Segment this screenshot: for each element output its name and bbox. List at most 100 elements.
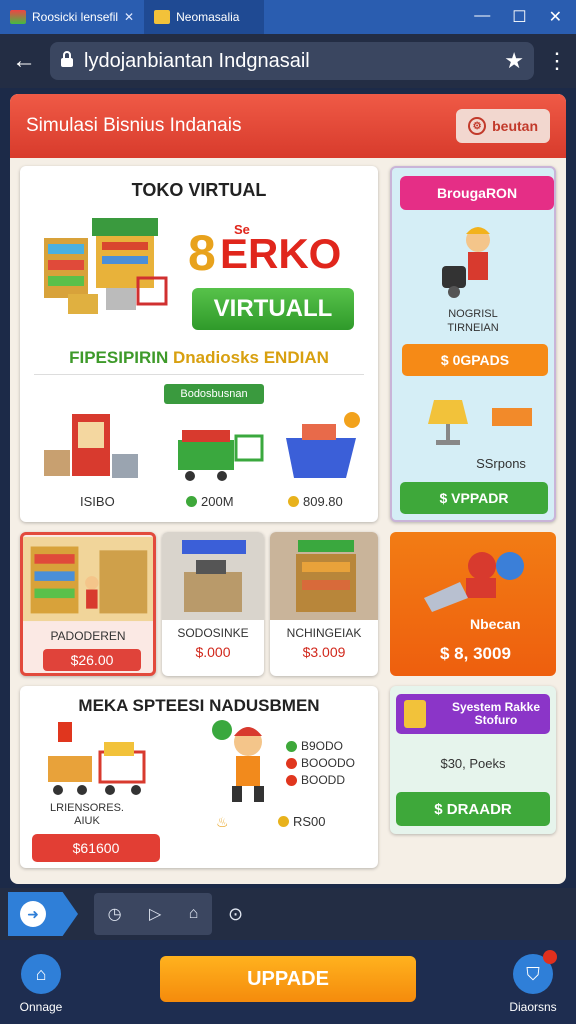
maximize-icon[interactable]: ☐ [512,7,526,27]
nav-profile[interactable]: ⛉ Diaorsns [498,950,568,1014]
coin-icon [288,496,299,507]
list-item-text: BOOODO [301,756,356,770]
clock-icon[interactable]: ◷ [108,904,122,924]
browser-tab-2[interactable]: Neomasalia [144,0,265,34]
robot-icon [424,552,524,612]
bottom-nav: ⌂ Onnage UPPADE ⛉ Diaorsns [0,940,576,1024]
product-text: 809.80 [303,494,343,509]
back-arrow-icon[interactable]: ← [10,47,38,75]
product-text: 200M [201,494,234,509]
navigate-icon: ➜ [20,901,46,927]
app-icon [10,10,26,24]
app-icon [154,10,171,24]
worker-orange-button[interactable]: $ 0GPADS [402,344,548,376]
nav-home[interactable]: ⌂ Onnage [6,954,76,1014]
shop-illustration-icon [44,218,168,314]
tile-label: PADODEREN [50,629,126,643]
tab-title: Roosicki lensefil [32,10,119,24]
worker-card: BrougaRON NOGRISL TIRNEIAN $ 0GPADS SSrp… [390,166,556,522]
worker-green-button[interactable]: $ VPPADR [400,482,548,514]
subtitle-yellow: Dnadiosks ENDIAN [173,348,329,367]
system-buy-button[interactable]: $ DRAADR [396,792,550,826]
tile-sodosinke[interactable]: SODOSINKE $.000 [162,532,264,676]
shopping-cart-icon [178,430,264,481]
header-button-label: beutan [492,118,538,134]
banner-line2: Stofuro [474,713,518,727]
shopping-carts-icon [48,722,146,795]
coin-icon [286,775,297,786]
address-bar: ← lydojanbiantan Indgnasail ★ ⋮ [0,34,576,88]
product-text: ISIBO [80,494,115,509]
worker-icon [442,227,490,298]
tab-title: Neomasalia [176,10,240,24]
divider [34,374,364,375]
gem-icon [286,741,297,752]
list-item: BOOODO [286,755,355,772]
header-action-button[interactable]: ⚙ beutan [456,109,550,143]
minimize-icon[interactable]: — [474,7,490,27]
setup-label-line2: AIUK [74,815,100,827]
app-header: Simulasi Bisnius Indanais ⚙ beutan [10,94,566,158]
setup-footer-text: RS00 [293,814,326,829]
upgrade-button[interactable]: UPPADE [160,956,416,1002]
lower-toolbar: ➜ ◷ ▷ ⌂ ⊙ [0,888,576,940]
toolbar-group: ◷ ▷ ⌂ [94,893,212,935]
setup-price-button[interactable]: $61600 [32,834,160,862]
url-field[interactable]: lydojanbiantan Indgnasail ★ [50,42,534,80]
tile-price: $3.009 [302,644,346,660]
worker-card-header[interactable]: BrougaRON [400,176,554,210]
list-item-text: BOODD [301,773,346,787]
navigate-button[interactable]: ➜ [8,892,78,936]
robot-card[interactable]: Nbecan $ 8, 3009 [390,532,556,676]
coin-icon [278,816,289,827]
nav-profile-label: Diaorsns [509,1000,557,1014]
list-item: B9ODO [286,738,355,755]
product-label-1: ISIBO [80,494,115,509]
nav-home-label: Onnage [19,1000,63,1014]
gear-icon: ⚙ [468,117,487,135]
menu-kebab-icon[interactable]: ⋮ [546,48,568,74]
system-price: $30, Poeks [440,756,506,771]
app-panel: Simulasi Bisnius Indanais ⚙ beutan TOKO … [10,94,566,884]
list-item: BOODD [286,772,355,789]
system-card: Syestem Rakke Stofuro $30, Poeks $ DRAAD… [390,686,556,834]
tile-label: NCHINGEIAK [286,626,362,640]
browser-tab-bar: Roosicki lensefil ✕ Neomasalia — ☐ ✕ [0,0,576,34]
tile-price-button[interactable]: $26.00 [43,649,141,671]
tile-label: SODOSINKE [177,626,249,640]
window-controls: — ☐ ✕ [474,7,576,27]
shield-icon: ⛉ [513,950,557,994]
business-setup-card: MEKA SPTEESI NADUSBMEN LRIENSORES. AIUK … [20,686,378,868]
home-shelf-icon[interactable]: ⌂ [189,905,199,923]
robot-price: $ 8, 3009 [440,644,511,663]
fire-icon: ♨ [216,814,229,830]
setup-list: B9ODO BOOODO BOODD [286,738,355,789]
worker-text-2: TIRNEIAN [447,322,499,334]
target-icon[interactable]: ⊙ [228,904,243,925]
browser-tab-1[interactable]: Roosicki lensefil ✕ [0,0,144,34]
worker-subtext: SSrpons [476,456,526,471]
market-stall-icon [270,532,378,620]
url-text: lydojanbiantan Indgnasail [84,49,310,72]
list-item-text: B9ODO [301,739,344,753]
worker-mascot-icon [212,720,264,802]
close-window-icon[interactable]: ✕ [549,7,562,27]
play-icon[interactable]: ▷ [149,904,161,924]
lamp-icon [428,400,532,445]
close-icon[interactable]: ✕ [124,10,134,24]
card-subtitle: FIPESIPIRIN Dnadiosks ENDIAN [20,348,378,368]
virtual-store-card: TOKO VIRTUAL 8 Se ERKO VIRTUALL FIPESIPI… [20,166,378,522]
tile-nchingeiak[interactable]: NCHINGEIAK $3.009 [270,532,378,676]
system-banner[interactable]: Syestem Rakke Stofuro [396,694,550,734]
section-tag: Bodosbusnan [164,384,264,404]
setup-footer: RS00 [278,814,326,829]
tile-padoderen[interactable]: PADODEREN $26.00 [20,532,156,676]
virtual-button[interactable]: VIRTUALL [192,288,354,330]
vending-machine-icon [44,414,138,478]
app-title: Simulasi Bisnius Indanais [26,115,242,136]
bookmark-star-icon[interactable]: ★ [504,48,524,74]
setup-title: MEKA SPTEESI NADUSBMEN [78,696,320,715]
product-label-2: 200M [186,494,234,509]
cashier-counter-icon [162,532,264,620]
lock-icon [60,50,74,73]
